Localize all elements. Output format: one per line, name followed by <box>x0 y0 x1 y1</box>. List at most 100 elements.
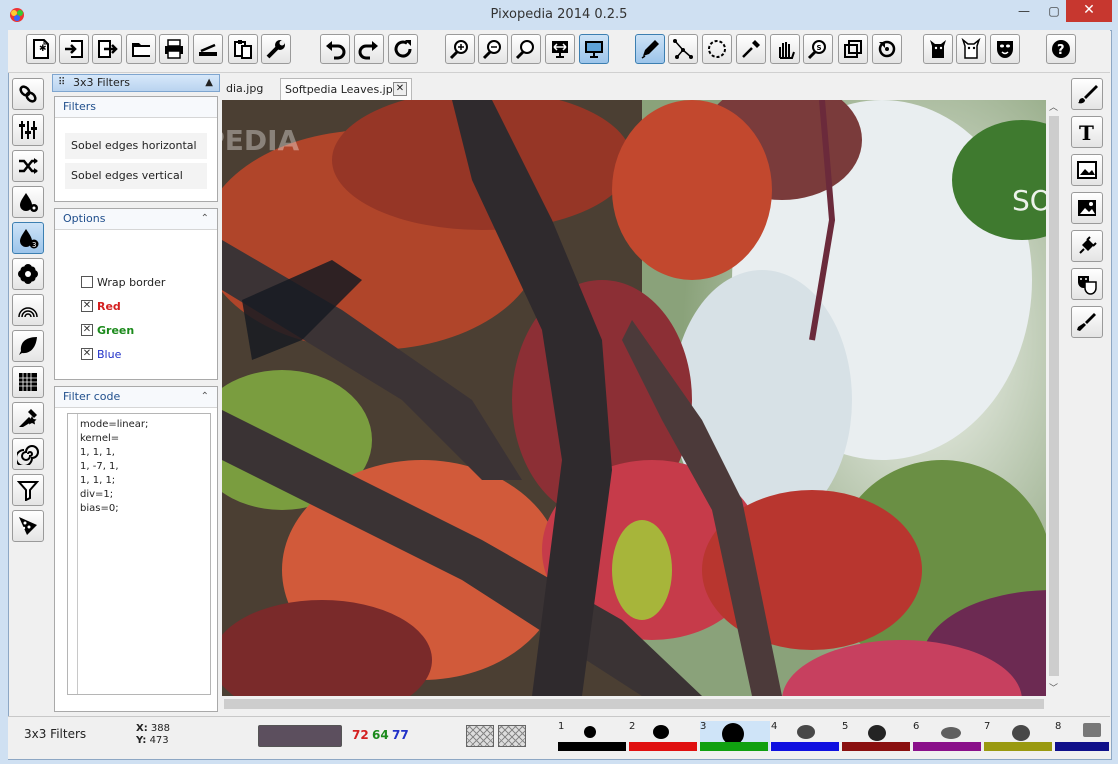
undo-button[interactable] <box>320 34 350 64</box>
brush-slot-7[interactable]: 7 <box>984 721 1054 751</box>
path-tool-button[interactable] <box>668 34 698 64</box>
fit-width-button[interactable] <box>545 34 575 64</box>
rainbow-tool[interactable] <box>12 294 44 326</box>
sliders-tool[interactable] <box>12 114 44 146</box>
close-button[interactable]: ✕ <box>1066 0 1112 22</box>
cat-outline-icon <box>961 38 981 59</box>
brush-color-bar <box>842 742 910 751</box>
brush-slot-1[interactable]: 1 <box>558 721 628 751</box>
brush-tip <box>868 725 886 741</box>
vertical-scrollbar[interactable]: ︿ ﹀ <box>1046 100 1062 696</box>
text-icon: T <box>1079 121 1094 143</box>
zoom-tool-button[interactable]: S <box>803 34 833 64</box>
ink-3-tool[interactable]: 3 <box>12 222 44 254</box>
filter-code-heading[interactable]: Filter code ⌃ <box>55 387 217 408</box>
chevron-up-icon: ⌃ <box>200 213 209 224</box>
brush-color-bar <box>558 742 626 751</box>
new-image-button[interactable]: ✱ <box>26 34 56 64</box>
brush-tool[interactable] <box>1071 78 1103 110</box>
brush-slot-4[interactable]: 4 <box>771 721 841 751</box>
ink-settings-tool[interactable] <box>12 186 44 218</box>
filter-code-editor[interactable]: mode=linear; kernel= 1, 1, 1, 1, -7, 1, … <box>67 413 211 695</box>
image-frame-tool[interactable] <box>1071 154 1103 186</box>
scroll-thumb[interactable] <box>1049 116 1059 676</box>
y-value: 473 <box>149 735 169 746</box>
scroll-up-arrow-icon[interactable]: ︿ <box>1049 100 1058 113</box>
link-tool[interactable] <box>12 78 44 110</box>
crop-button[interactable] <box>838 34 868 64</box>
flower-icon <box>18 264 38 284</box>
pattern-swatch-2[interactable] <box>498 725 526 747</box>
pen-tool-button[interactable] <box>635 34 665 64</box>
path-icon <box>673 39 693 59</box>
tab-softpedia-leaves[interactable]: Softpedia Leaves.jpg ✕ <box>280 78 412 100</box>
tab-close-icon[interactable]: ✕ <box>393 82 407 96</box>
link-icon <box>19 85 37 103</box>
ellipse-select-button[interactable] <box>702 34 732 64</box>
code-line: kernel= <box>80 433 120 444</box>
help-button[interactable]: ? <box>1046 34 1076 64</box>
shuffle-icon <box>19 158 38 174</box>
red-value: 72 <box>352 728 369 742</box>
paint-brush-tool[interactable] <box>1071 306 1103 338</box>
brush-slot-3[interactable]: 3 <box>700 721 770 751</box>
rotate-button[interactable] <box>872 34 902 64</box>
brush-tip <box>1012 725 1030 741</box>
svg-text:✱: ✱ <box>39 44 47 54</box>
masks-tool[interactable] <box>1071 268 1103 300</box>
plugin-tool[interactable] <box>1071 230 1103 262</box>
filter-item-sobel-horizontal[interactable]: Sobel edges horizontal <box>65 133 207 159</box>
spiral-tool[interactable] <box>12 438 44 470</box>
zoom-in-button[interactable] <box>445 34 475 64</box>
flower-tool[interactable] <box>12 258 44 290</box>
mask-button[interactable] <box>990 34 1020 64</box>
print-button[interactable] <box>159 34 189 64</box>
image-canvas[interactable]: SOFTPEDIA SO <box>222 100 1046 696</box>
scroll-down-arrow-icon[interactable]: ﹀ <box>1049 681 1058 694</box>
text-tool[interactable]: T <box>1071 116 1103 148</box>
shuffle-tool[interactable] <box>12 150 44 182</box>
cat-icon <box>930 40 946 58</box>
export-button[interactable] <box>92 34 122 64</box>
brush-slot-8[interactable]: 8 <box>1055 721 1109 751</box>
image-tool[interactable] <box>1071 192 1103 224</box>
cat-filter-button[interactable] <box>923 34 953 64</box>
grid-tool[interactable] <box>12 366 44 398</box>
scanner-button[interactable] <box>193 34 223 64</box>
settings-button[interactable] <box>261 34 291 64</box>
fullscreen-button[interactable] <box>579 34 609 64</box>
minimize-button[interactable]: — <box>1010 0 1038 22</box>
green-label: Green <box>97 324 135 337</box>
options-heading[interactable]: Options ⌃ <box>55 209 217 230</box>
filter-item-sobel-vertical[interactable]: Sobel edges vertical <box>65 163 207 189</box>
horizontal-scroll-thumb[interactable] <box>224 699 1044 709</box>
eyedropper-button[interactable] <box>736 34 766 64</box>
brush-slot-2[interactable]: 2 <box>629 721 699 751</box>
clipboard-button[interactable] <box>228 34 258 64</box>
cat-outline-button[interactable] <box>956 34 986 64</box>
zoom-out-button[interactable] <box>478 34 508 64</box>
redo-button[interactable] <box>354 34 384 64</box>
import-button[interactable] <box>59 34 89 64</box>
tab-dia[interactable]: dia.jpg <box>222 78 276 100</box>
brush-slot-5[interactable]: 5 <box>842 721 912 751</box>
tab-label: Softpedia Leaves.jpg <box>285 83 400 96</box>
rotate-icon <box>878 40 896 58</box>
zoom-fit-button[interactable] <box>511 34 541 64</box>
hand-tool-button[interactable] <box>770 34 800 64</box>
maximize-button[interactable]: ▢ <box>1040 0 1068 22</box>
refresh-button[interactable] <box>388 34 418 64</box>
pizza-tool[interactable] <box>12 510 44 542</box>
current-color-swatch[interactable] <box>258 725 342 747</box>
horizontal-scrollbar[interactable] <box>222 696 1046 712</box>
brush-slot-6[interactable]: 6 <box>913 721 983 751</box>
pattern-swatch-1[interactable] <box>466 725 494 747</box>
brush-number: 8 <box>1055 721 1062 732</box>
checkbox-checked-icon: ✕ <box>81 348 93 360</box>
panel-header[interactable]: ⠿ 3x3 Filters ▲ <box>52 74 220 92</box>
open-button[interactable] <box>126 34 156 64</box>
funnel-tool[interactable] <box>12 474 44 506</box>
leaf-tool[interactable] <box>12 330 44 362</box>
panel-collapse-icon[interactable]: ▲ <box>205 75 213 91</box>
stamp-star-tool[interactable] <box>12 402 44 434</box>
